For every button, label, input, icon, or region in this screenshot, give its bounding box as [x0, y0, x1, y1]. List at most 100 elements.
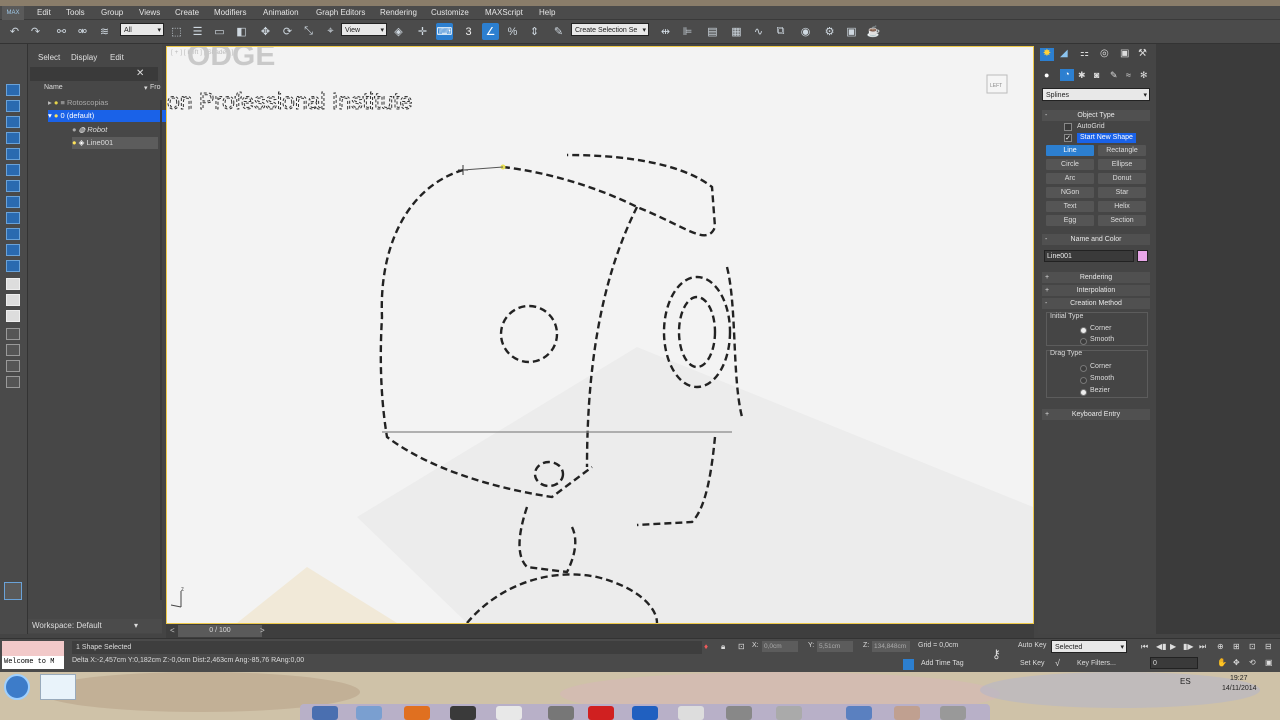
menu-help[interactable]: Help	[539, 6, 555, 20]
maxscript-listener-top[interactable]	[2, 641, 64, 656]
drag-corner-radio[interactable]: Corner	[1080, 363, 1111, 372]
line-button[interactable]: Line	[1046, 145, 1094, 156]
explorer-tab-select[interactable]: Select	[38, 53, 60, 62]
rollout-object-type[interactable]: - Object Type	[1042, 110, 1150, 121]
auto-key-button[interactable]: Auto Key	[1018, 642, 1046, 649]
absolute-mode-icon[interactable]: ⊡	[738, 642, 745, 651]
arc-button[interactable]: Arc	[1046, 173, 1094, 184]
select-manipulate-icon[interactable]: ✛	[414, 23, 431, 40]
filter-xrefs-icon[interactable]	[6, 244, 20, 256]
filter-bones-icon[interactable]	[6, 260, 20, 272]
snap-toggle-icon[interactable]: 3	[460, 23, 477, 40]
viewport-left[interactable]: [ + ] [ Left ] [ Shaded ] on Professiona…	[166, 46, 1034, 624]
current-frame-field[interactable]: 0	[1150, 657, 1198, 669]
menu-maxscript[interactable]: MAXScript	[485, 6, 523, 20]
zoom-extents-all-icon[interactable]: ⊟	[1265, 642, 1272, 651]
percent-snap-icon[interactable]: %	[504, 23, 521, 40]
maximize-viewport-icon[interactable]: ▣	[1265, 658, 1273, 667]
material-editor-icon[interactable]: ◉	[797, 23, 814, 40]
lights-icon[interactable]: ✱	[1078, 70, 1086, 81]
z-coordinate-field[interactable]: 134,848cm	[872, 641, 910, 652]
menu-group[interactable]: Group	[101, 6, 123, 20]
zoom-all-icon[interactable]: ⊞	[1233, 642, 1240, 651]
rollout-name-color[interactable]: - Name and Color	[1042, 234, 1150, 245]
tree-item-robot[interactable]: ● ◍ Robot	[72, 124, 107, 136]
zoom-icon[interactable]: ⊕	[1217, 642, 1224, 651]
autogrid-checkbox[interactable]	[1064, 123, 1072, 131]
dock-firefox-icon[interactable]	[404, 706, 430, 720]
rotate-icon[interactable]: ⟳	[279, 23, 296, 40]
app-logo-button[interactable]: MAX	[2, 6, 24, 20]
rendered-frame-icon[interactable]: ▣	[843, 23, 860, 40]
object-color-swatch[interactable]	[1137, 250, 1148, 262]
zoom-extents-icon[interactable]: ⊡	[1249, 642, 1256, 651]
drag-bezier-radio[interactable]: Bezier	[1080, 387, 1110, 396]
angle-snap-icon[interactable]: ∠	[482, 23, 499, 40]
cameras-icon[interactable]: ◙	[1094, 70, 1099, 80]
category-dropdown[interactable]: Splines	[1042, 88, 1150, 102]
edit-named-selection-icon[interactable]: ✎	[550, 23, 567, 40]
key-icon[interactable]: ⚷	[992, 647, 1001, 661]
layer-manager-icon[interactable]: ▤	[704, 23, 721, 40]
filter-toggle3-icon[interactable]	[6, 310, 20, 322]
create-tab-icon[interactable]: ✸	[1040, 48, 1054, 61]
clock-date[interactable]: 14/11/2014	[1222, 685, 1257, 692]
initial-corner-radio[interactable]: Corner	[1080, 325, 1111, 334]
isolate-icon[interactable]: ♦	[704, 642, 708, 651]
link-icon[interactable]: ⚯	[53, 23, 70, 40]
time-slider[interactable]: < 0 / 100 >	[166, 624, 1034, 638]
hierarchy-icon[interactable]	[6, 344, 20, 356]
viewcube-icon[interactable]: LEFT	[986, 74, 1008, 94]
modify-tab-icon[interactable]: ◢	[1060, 48, 1074, 61]
tree-item-line001[interactable]: ● ◈ Line001	[72, 137, 158, 149]
column-fr-header[interactable]: Fro	[150, 84, 161, 91]
light-bulb-icon[interactable]: ●	[72, 138, 79, 147]
geometry-icon[interactable]: ●	[1044, 70, 1049, 80]
dock-trash-icon[interactable]	[940, 706, 966, 720]
systems-icon[interactable]: ✻	[1140, 70, 1148, 81]
display-invert-icon[interactable]	[6, 116, 20, 128]
text-button[interactable]: Text	[1046, 201, 1094, 212]
rollout-rendering[interactable]: + Rendering	[1042, 272, 1150, 283]
filter-cameras-icon[interactable]	[6, 180, 20, 192]
star-button[interactable]: Star	[1098, 187, 1146, 198]
filter-geometry-icon[interactable]	[6, 132, 20, 144]
x-coordinate-field[interactable]: 0,0cm	[762, 641, 798, 652]
spinner-snap-icon[interactable]: ⇕	[526, 23, 543, 40]
dock-finder-icon[interactable]	[312, 706, 338, 720]
key-mode-dropdown[interactable]: Selected	[1051, 640, 1127, 654]
set-key-button[interactable]: Set Key	[1020, 660, 1045, 667]
dock-3dsmax-icon[interactable]	[450, 706, 476, 720]
key-filters-button[interactable]: Key Filters...	[1077, 660, 1116, 667]
menu-customize[interactable]: Customize	[431, 6, 469, 20]
graphite-ribbon-icon[interactable]: ▦	[728, 23, 745, 40]
menu-views[interactable]: Views	[139, 6, 160, 20]
spacewarps-icon[interactable]: ≈	[1126, 70, 1131, 80]
field-of-view-icon[interactable]: ✋	[1217, 658, 1227, 667]
lock-selection-icon[interactable]: 🔒︎	[721, 642, 725, 652]
dock-contact-icon[interactable]	[894, 706, 920, 720]
dock-mail-icon[interactable]	[588, 706, 614, 720]
bind-spacewarp-icon[interactable]: ≋	[96, 23, 113, 40]
sort-icon[interactable]	[6, 360, 20, 372]
y-coordinate-field[interactable]: 5,51cm	[817, 641, 853, 652]
select-object-icon[interactable]: ⬚	[168, 23, 185, 40]
funnel-icon[interactable]	[6, 328, 20, 340]
go-to-end-icon[interactable]: ⏭	[1199, 642, 1206, 652]
rollout-keyboard-entry[interactable]: + Keyboard Entry	[1042, 409, 1150, 420]
next-frame-icon[interactable]: >	[260, 626, 265, 635]
filter-toggle2-icon[interactable]	[6, 294, 20, 306]
close-icon[interactable]: ✕	[136, 68, 144, 79]
schematic-view-icon[interactable]: ⧉	[772, 23, 789, 40]
filter-groups-icon[interactable]	[6, 228, 20, 240]
dock-music-icon[interactable]	[548, 706, 574, 720]
undo-icon[interactable]: ↶	[6, 23, 23, 40]
dock-preview-icon[interactable]	[496, 706, 522, 720]
menu-create[interactable]: Create	[175, 6, 199, 20]
dock-photoshop-icon[interactable]	[632, 706, 658, 720]
column-name-header[interactable]: Name	[44, 84, 148, 94]
filter-helpers-icon[interactable]	[6, 196, 20, 208]
circle-button[interactable]: Circle	[1046, 159, 1094, 170]
keyboard-shortcut-override-icon[interactable]: ⌨	[436, 23, 453, 40]
pan-icon[interactable]: ✥	[1233, 658, 1240, 667]
